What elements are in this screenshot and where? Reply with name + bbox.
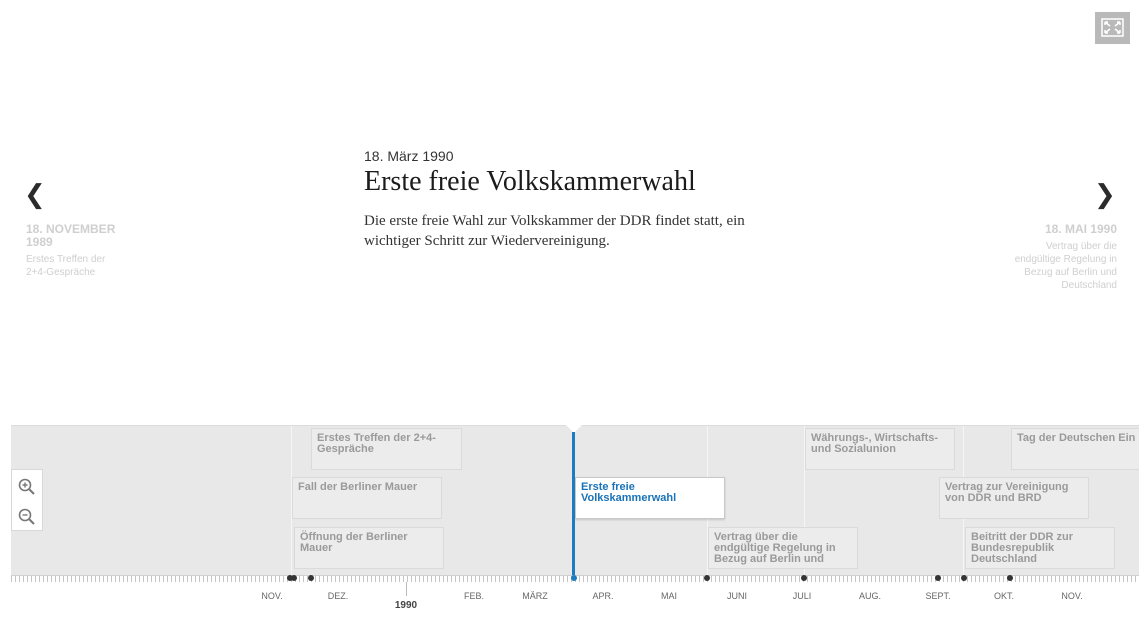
timeline-marker[interactable]: Tag der Deutschen Ein (1011, 428, 1139, 470)
year-label: 1990 (394, 600, 418, 611)
slide-text: Die erste freie Wahl zur Volkskammer der… (364, 213, 745, 249)
fullscreen-button[interactable] (1095, 12, 1130, 44)
timeline-marker[interactable]: Währungs-, Wirtschafts- und Sozialunion (805, 428, 955, 470)
month-label: JUNI (727, 591, 747, 601)
event-dot[interactable] (935, 575, 941, 581)
timeline-marker[interactable]: Öffnung der Berliner Mauer (294, 527, 444, 569)
next-slide-description: Vertrag über die endgültige Regelung in … (1014, 241, 1117, 291)
current-position-line (572, 432, 575, 578)
timeline-marker-active[interactable]: Erste freie Volkskammerwahl (575, 477, 725, 519)
month-label: MÄRZ (522, 591, 548, 601)
event-dot[interactable] (1007, 575, 1013, 581)
zoom-controls (11, 469, 43, 531)
previous-slide-preview[interactable]: 18. NOVEMBER 1989 Erstes Treffen der 2+4… (26, 223, 116, 279)
event-dot[interactable] (704, 575, 710, 581)
month-label: AUG. (858, 591, 881, 601)
chevron-right-icon[interactable]: ❯ (1094, 180, 1116, 210)
event-dot[interactable] (801, 575, 807, 581)
month-label: MAI (660, 591, 677, 601)
timeline-marker[interactable]: Vertrag über die endgültige Regelung in … (708, 527, 858, 569)
previous-slide-date: 18. NOVEMBER 1989 (26, 222, 116, 249)
zoom-out-icon[interactable] (17, 507, 37, 527)
previous-slide-description: Erstes Treffen der 2+4-Gespräche (26, 254, 106, 278)
month-label: NOV. (261, 591, 283, 601)
fullscreen-icon (1101, 18, 1124, 37)
current-slide: 18. März 1990 Erste freie Volkskammerwah… (364, 148, 794, 251)
event-dot[interactable] (308, 575, 314, 581)
slide-title: Erste freie Volkskammerwahl (364, 166, 696, 197)
year-tick (406, 582, 407, 596)
timeline-marker[interactable]: Vertrag zur Vereinigung von DDR und BRD (939, 477, 1089, 519)
event-dot-active[interactable] (571, 575, 577, 581)
month-label: DEZ. (327, 591, 349, 601)
next-slide-preview[interactable]: 18. MAI 1990 Vertrag über die endgültige… (1000, 223, 1117, 292)
slide-date: 18. März 1990 (364, 148, 454, 164)
month-label: NOV. (1061, 591, 1083, 601)
timeline-marker[interactable]: Fall der Berliner Mauer (292, 477, 442, 519)
timeline-marker[interactable]: Beitritt der DDR zur Bundesrepublik Deut… (965, 527, 1115, 569)
month-label: OKT. (993, 591, 1014, 601)
event-dot[interactable] (961, 575, 967, 581)
month-label: APR. (592, 591, 614, 601)
event-dot[interactable] (291, 575, 297, 581)
month-label: JULI (792, 591, 812, 601)
month-label: SEPT. (925, 591, 951, 601)
next-slide-date: 18. MAI 1990 (1044, 222, 1117, 236)
month-label: FEB. (463, 591, 484, 601)
chevron-left-icon[interactable]: ❮ (24, 180, 46, 210)
zoom-in-icon[interactable] (17, 477, 37, 497)
timeline-panel[interactable]: Erstes Treffen der 2+4-Gespräche Fall de… (11, 425, 1139, 575)
timeline-marker[interactable]: Erstes Treffen der 2+4-Gespräche (311, 428, 462, 470)
